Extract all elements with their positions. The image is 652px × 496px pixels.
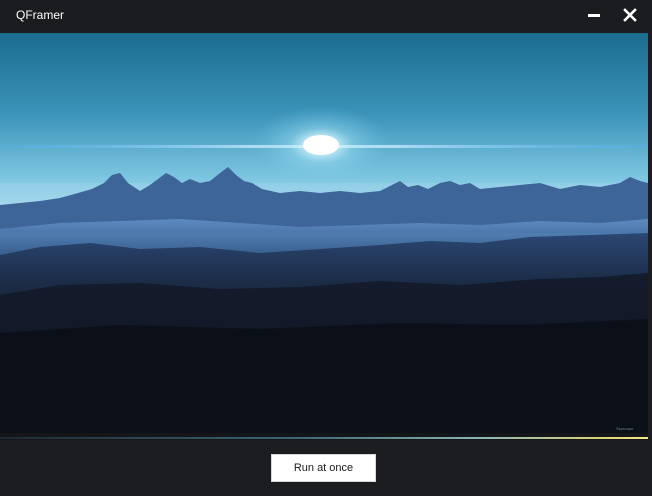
title-bar[interactable]: QFramer — [0, 0, 652, 32]
progress-bar — [0, 433, 648, 440]
watermark-text: Skyscape — [616, 426, 634, 431]
minimize-icon — [588, 14, 600, 17]
app-window: QFramer Skyscape Run at once — [0, 0, 652, 496]
close-icon — [623, 8, 637, 22]
landscape-illustration: Skyscape — [0, 33, 648, 433]
banner-image: Skyscape — [0, 33, 648, 433]
minimize-button[interactable] — [581, 4, 607, 26]
run-at-once-button[interactable]: Run at once — [271, 454, 376, 482]
window-title: QFramer — [16, 8, 64, 22]
close-button[interactable] — [617, 4, 643, 26]
progress-fill — [0, 437, 648, 439]
